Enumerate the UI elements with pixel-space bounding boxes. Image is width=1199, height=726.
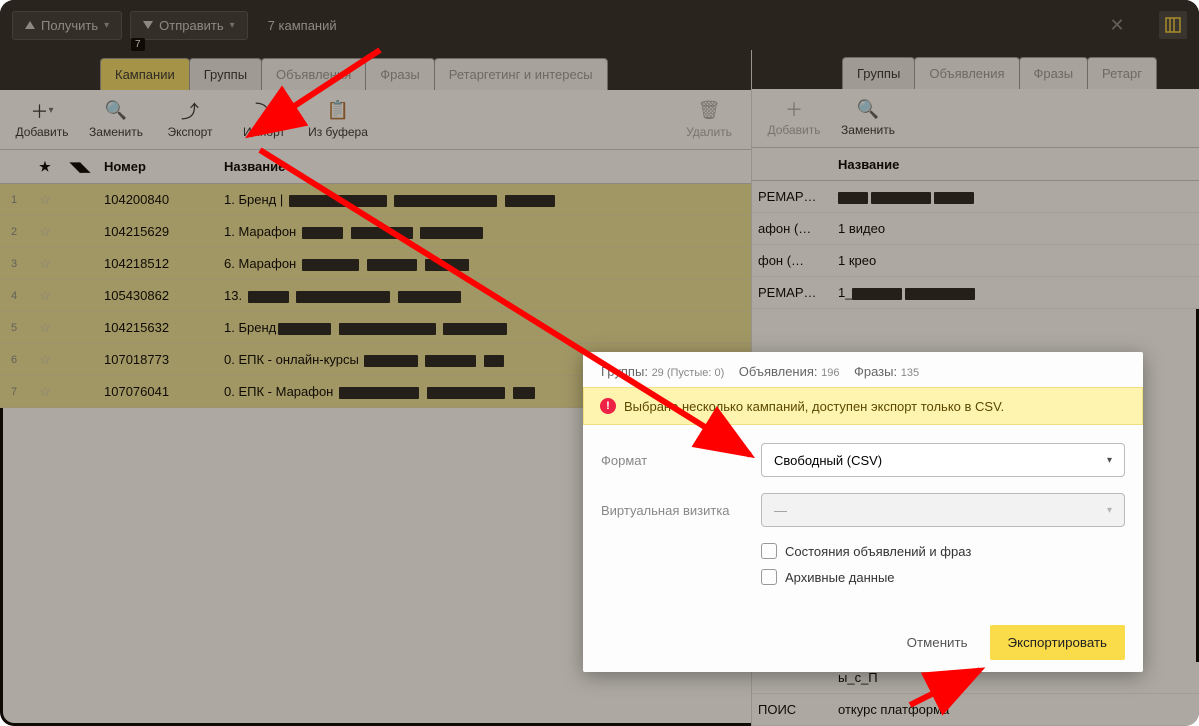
tool-label: Импорт <box>243 125 285 139</box>
tool-icon: 🔍 <box>105 101 127 121</box>
rows-right: РЕМАР…афон (…1 видеофон (…1 креоРЕМАР…1_ <box>752 181 1199 309</box>
tool-label: Удалить <box>686 125 732 139</box>
tool-Импорт[interactable]: ⤵ Импорт <box>230 101 298 139</box>
tool-label: Из буфера <box>308 125 368 139</box>
col-name-r[interactable]: Название <box>832 157 1199 172</box>
col-star[interactable]: ★ <box>28 159 62 175</box>
tab-retarg-r[interactable]: Ретарг <box>1087 57 1157 89</box>
tool-Заменить[interactable]: 🔍 Заменить <box>82 101 150 139</box>
download-icon <box>25 21 35 29</box>
tab-badge: 7 <box>131 38 145 51</box>
tool-icon: 📋 <box>327 101 349 121</box>
table-row[interactable]: фон (…1 крео <box>752 245 1199 277</box>
col-name[interactable]: Название <box>218 159 751 174</box>
tool-icon: ＋▾ <box>30 101 53 121</box>
app-window: Получить ▾ Отправить ▾ 7 кампаний ✕ 7 Ка… <box>0 0 1199 726</box>
tool-label: Заменить <box>89 125 143 139</box>
tabs-left: 7 Кампании Группы Объявления Фразы Ретар… <box>0 50 751 90</box>
tool-label: Экспорт <box>167 125 212 139</box>
vcard-label: Виртуальная визитка <box>601 503 761 518</box>
send-label: Отправить <box>159 18 223 33</box>
columns-icon[interactable] <box>1159 11 1187 39</box>
tab-ads[interactable]: Объявления <box>261 58 366 90</box>
tool-Экспорт[interactable]: ⤴ Экспорт <box>156 101 224 139</box>
tool-icon: 🔍 <box>857 99 879 119</box>
grid-header-left: ★ ◥◣ Номер Название <box>0 150 751 184</box>
warning-text: Выбрано несколько кампаний, доступен экс… <box>624 399 1004 414</box>
tab-groups-r[interactable]: Группы <box>842 57 915 89</box>
chevron-down-icon: ▾ <box>1107 455 1112 466</box>
tab-campaigns[interactable]: Кампании <box>100 58 190 90</box>
warning-icon: ! <box>600 398 616 414</box>
tab-phrases[interactable]: Фразы <box>365 58 435 90</box>
col-sent[interactable]: ◥◣ <box>62 159 98 175</box>
table-row[interactable]: РЕМАР… <box>752 181 1199 213</box>
col-number[interactable]: Номер <box>98 159 218 174</box>
tool-icon: 🗑 <box>698 101 721 121</box>
tab-retarg[interactable]: Ретаргетинг и интересы <box>434 58 608 90</box>
table-row[interactable]: РЕМАР…1_ <box>752 277 1199 309</box>
send-button[interactable]: Отправить ▾ <box>130 11 248 40</box>
table-row[interactable]: ПОИСоткурс платформа <box>752 694 1199 726</box>
tabs-right: Группы Объявления Фразы Ретарг <box>752 50 1199 89</box>
grid-header-right: Название <box>752 148 1199 181</box>
topbar: Получить ▾ Отправить ▾ 7 кампаний ✕ <box>0 0 1199 50</box>
checkbox-icon <box>761 543 777 559</box>
tool-label: Заменить <box>841 123 895 137</box>
tool-icon: ⤵ <box>255 101 273 121</box>
cancel-button[interactable]: Отменить <box>893 627 982 658</box>
tab-ads-r[interactable]: Объявления <box>914 57 1019 89</box>
export-button[interactable]: Экспортировать <box>990 625 1125 660</box>
export-warning: ! Выбрано несколько кампаний, доступен э… <box>583 387 1143 425</box>
tool-label: Добавить <box>15 125 68 139</box>
checkbox-states[interactable]: Состояния объявлений и фраз <box>761 543 1125 559</box>
tool-Добавить[interactable]: ＋▾ Добавить <box>8 101 76 139</box>
close-icon[interactable]: ✕ <box>1103 11 1131 39</box>
vcard-select[interactable]: — ▾ <box>761 493 1125 527</box>
table-row[interactable]: афон (…1 видео <box>752 213 1199 245</box>
format-label: Формат <box>601 453 761 468</box>
table-row[interactable]: 4☆10543086213. <box>0 280 751 312</box>
tab-groups[interactable]: Группы <box>189 58 262 90</box>
chevron-down-icon: ▾ <box>1107 505 1112 516</box>
toolbar-left: ＋▾ Добавить 🔍 Заменить ⤴ Экспорт ⤵ Импорт 📋 Из бу… <box>0 90 751 150</box>
table-row[interactable]: 3☆1042185126. Марафон <box>0 248 751 280</box>
format-select[interactable]: Свободный (CSV) ▾ <box>761 443 1125 477</box>
tab-phrases-r[interactable]: Фразы <box>1019 57 1089 89</box>
tool-Добавить: ＋ Добавить <box>760 99 828 137</box>
get-label: Получить <box>41 18 98 33</box>
get-button[interactable]: Получить ▾ <box>12 11 122 40</box>
tool-Из буфера[interactable]: 📋 Из буфера <box>304 101 372 139</box>
chevron-down-icon: ▾ <box>230 20 235 31</box>
format-value: Свободный (CSV) <box>774 453 882 468</box>
campaign-count: 7 кампаний <box>256 12 349 39</box>
tool-Заменить[interactable]: 🔍 Заменить <box>834 99 902 137</box>
tool-icon: ⤴ <box>181 101 199 121</box>
table-row[interactable]: 2☆1042156291. Марафон <box>0 216 751 248</box>
tool-icon: ＋ <box>785 99 803 119</box>
table-row[interactable]: 1☆1042008401. Бренд | <box>0 184 751 216</box>
tool-label: Добавить <box>767 123 820 137</box>
table-row[interactable]: 5☆1042156321. Бренд <box>0 312 751 344</box>
upload-icon <box>143 21 153 29</box>
export-dialog: Группы: 29 (Пустые: 0) Объявления: 196 Ф… <box>583 352 1143 672</box>
vcard-value: — <box>774 503 787 518</box>
checkbox-icon <box>761 569 777 585</box>
toolbar-right: ＋ Добавить 🔍 Заменить <box>752 89 1199 148</box>
chevron-down-icon: ▾ <box>104 20 109 31</box>
export-stats: Группы: 29 (Пустые: 0) Объявления: 196 Ф… <box>583 352 1143 387</box>
tool-Удалить: 🗑 Удалить <box>675 101 743 139</box>
checkbox-archive[interactable]: Архивные данные <box>761 569 1125 585</box>
